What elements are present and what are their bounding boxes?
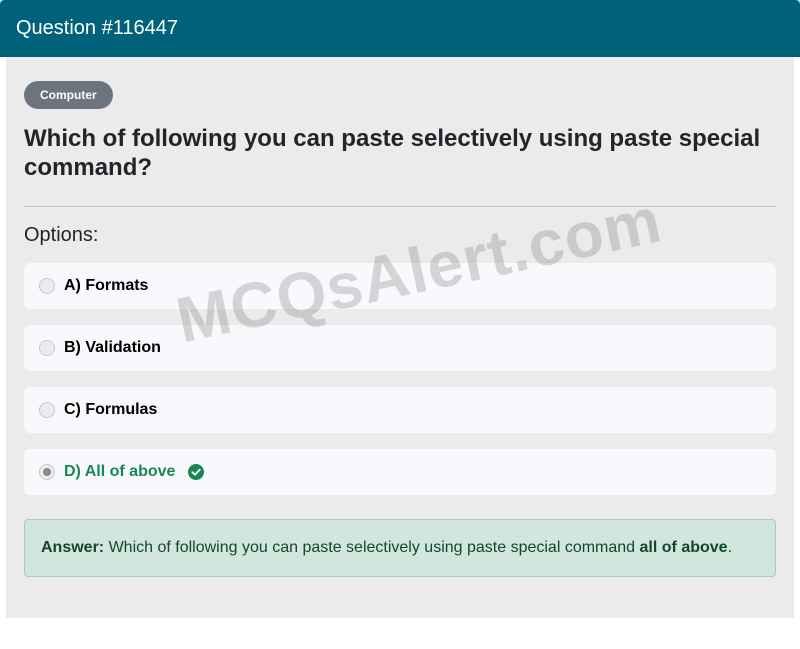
- option-d[interactable]: D) All of above: [24, 449, 776, 495]
- radio-option-c[interactable]: [39, 402, 55, 418]
- option-d-label: D) All of above: [64, 463, 176, 480]
- divider: [24, 206, 776, 207]
- option-a-label: A) Formats: [64, 277, 149, 294]
- option-c[interactable]: C) Formulas: [24, 387, 776, 433]
- options-label: Options:: [24, 224, 99, 246]
- answer-text: Answer: Which of following you can paste…: [41, 539, 732, 557]
- option-b-label: B) Validation: [64, 339, 161, 356]
- answer-highlight: all of above: [639, 539, 728, 556]
- option-a[interactable]: A) Formats: [24, 263, 776, 309]
- question-card: Question #116447 Computer Which of follo…: [0, 0, 800, 622]
- answer-box: Answer: Which of following you can paste…: [24, 519, 776, 577]
- question-text: Which of following you can paste selecti…: [24, 125, 761, 181]
- radio-option-d[interactable]: [39, 464, 55, 480]
- card-header: Question #116447: [0, 0, 800, 57]
- page-title: Question #116447: [16, 17, 178, 39]
- answer-suffix: .: [727, 539, 733, 556]
- category-badge[interactable]: Computer: [24, 81, 113, 109]
- answer-prefix: Answer:: [41, 539, 105, 556]
- radio-option-b[interactable]: [39, 340, 55, 356]
- page-bottom: [0, 618, 800, 649]
- check-circle-icon: [188, 464, 205, 480]
- option-b[interactable]: B) Validation: [24, 325, 776, 371]
- answer-body: Which of following you can paste selecti…: [108, 539, 636, 556]
- radio-option-a[interactable]: [39, 278, 55, 294]
- option-c-label: C) Formulas: [64, 401, 158, 418]
